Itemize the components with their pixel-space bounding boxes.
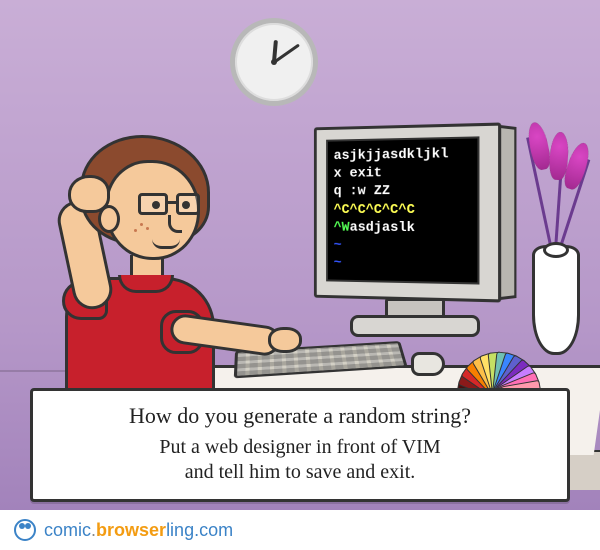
- footer-text: comic.browserling.com: [44, 520, 233, 541]
- mouse: [411, 352, 445, 376]
- footer-tld: .com: [194, 520, 233, 540]
- monitor: asjkjjasdkljklx exitq :w ZZ^C^C^C^C^C^Wa…: [314, 123, 501, 303]
- footer-brand-rest: ling: [166, 520, 194, 540]
- caption-answer-line1: Put a web designer in front of VIM: [159, 436, 440, 458]
- terminal-line: ~: [334, 254, 472, 274]
- terminal-line: ^Wasdjaslk: [334, 219, 472, 238]
- terminal-line: ~: [334, 236, 472, 256]
- browserling-logo-icon: [14, 519, 36, 541]
- wall-clock: [230, 18, 318, 106]
- person-designer: DESIGN: [20, 105, 280, 435]
- clock-center: [271, 59, 277, 65]
- caption-answer-line2: and tell him to save and exit.: [185, 461, 416, 483]
- caption-answer: Put a web designer in front of VIM and t…: [47, 435, 553, 485]
- footer-attribution: comic.browserling.com: [0, 510, 600, 550]
- monitor-side: [500, 125, 516, 300]
- terminal-line: x exit: [334, 163, 472, 183]
- terminal-line: asjkjjasdkljkl: [334, 145, 472, 165]
- vase: [532, 245, 580, 355]
- plant: [512, 130, 592, 250]
- terminal-line: ^C^C^C^C^C: [334, 200, 472, 219]
- terminal-screen: asjkjjasdkljklx exitq :w ZZ^C^C^C^C^C^Wa…: [326, 136, 479, 284]
- terminal-line: q :w ZZ: [334, 182, 472, 201]
- caption-box: How do you generate a random string? Put…: [30, 388, 570, 502]
- footer-brand-accent: browser: [96, 520, 166, 540]
- footer-prefix: comic: [44, 520, 91, 540]
- caption-question: How do you generate a random string?: [47, 403, 553, 429]
- monitor-base: [350, 315, 480, 337]
